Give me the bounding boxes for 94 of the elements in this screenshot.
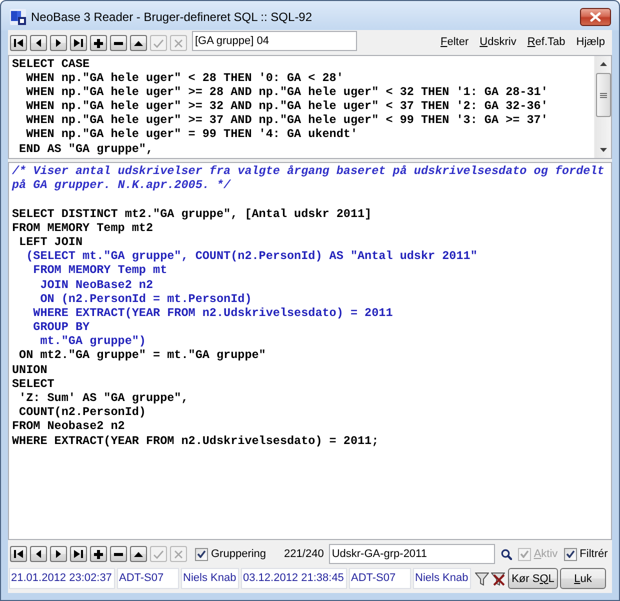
code-line: ON (n2.PersonId = mt.PersonId) — [39, 292, 252, 306]
minus-icon — [114, 42, 123, 44]
up-triangle-icon — [134, 40, 143, 46]
up-triangle-icon[interactable] — [600, 62, 606, 66]
checkbox[interactable] — [564, 548, 577, 560]
close-icon — [590, 12, 601, 22]
code-line: SELECT — [12, 376, 54, 391]
left-triangle-icon — [36, 39, 41, 47]
code-line: FROM Neobase2 n2 — [12, 419, 125, 434]
menu-item[interactable]: Ref.Tab — [527, 35, 566, 49]
check-icon — [153, 38, 164, 48]
code-line: UNION — [12, 362, 48, 377]
checkbox-label[interactable]: Filtrér — [580, 548, 608, 560]
last-record-button[interactable] — [70, 546, 87, 562]
scrollbar[interactable] — [594, 56, 611, 158]
checkmark-icon — [520, 550, 529, 558]
code-line: SELECT DISTINCT mt2."GA gruppe", [Antal udskr 2011] — [12, 206, 372, 221]
window-title: NeoBase 3 Reader - Bruger-defineret SQL :: SQL-92 — [31, 10, 312, 24]
skip-forward-icon — [74, 550, 83, 558]
code-comment: på GA grupper. N.K.apr.2005. */ — [12, 178, 231, 192]
code-line: WHEN np."GA hele uger" >= 28 AND np."GA hele uger" < 32 THEN '1: GA 28-31' — [25, 84, 548, 100]
close-dialog-button[interactable]: Luk — [560, 568, 606, 589]
checkmark-icon — [566, 550, 575, 558]
text-field[interactable]: Udskr-GA-grp-2011 — [328, 544, 495, 564]
code-line: WHEN np."GA hele uger" < 28 THEN '0: GA < 28' — [25, 70, 344, 85]
code-line: ON mt2."GA gruppe" = mt."GA gruppe" — [18, 348, 266, 363]
code-line: LEFT JOIN — [18, 234, 83, 250]
edit-record-button[interactable] — [130, 35, 147, 51]
plus-icon — [94, 38, 103, 48]
code-editor[interactable] — [8, 162, 612, 540]
code-line: COUNT(n2.PersonId) — [18, 405, 146, 420]
scrollbar-thumb[interactable] — [596, 73, 610, 117]
code-line: WHEN np."GA hele uger" = 99 THEN '4: GA ukendt' — [25, 127, 358, 142]
code-line: END AS "GA gruppe", — [18, 142, 154, 156]
skip-forward-icon — [74, 39, 83, 47]
checkbox-label[interactable]: Gruppering — [211, 548, 266, 560]
grip-icon — [600, 92, 606, 98]
cross-icon — [174, 38, 183, 48]
insert-record-button[interactable] — [90, 35, 107, 51]
code-line: FROM MEMORY Temp mt2 — [12, 220, 154, 235]
plus-icon — [94, 550, 103, 558]
code-comment: /* Viser antal udskrivelser fra valgte årgang baseret på udskrivelsesdato og fordelt — [12, 164, 604, 178]
record-counter: 221/240 — [284, 548, 324, 560]
menu-item[interactable]: Hjælp — [576, 35, 605, 49]
status-field: ADT-S07 — [349, 568, 411, 589]
prior-record-button[interactable] — [30, 35, 47, 51]
check-icon — [153, 550, 164, 558]
minus-icon — [114, 552, 123, 556]
run-sql-button[interactable]: Kør SQL — [508, 568, 558, 589]
code-line: SELECT CASE — [12, 56, 90, 71]
code-line: GROUP BY — [32, 320, 90, 334]
status-field: 21.01.2012 23:02:37 — [9, 568, 115, 589]
skip-back-icon — [14, 550, 23, 558]
code-line: JOIN NeoBase2 n2 — [39, 278, 154, 292]
edit-record-button[interactable] — [130, 546, 147, 562]
first-record-button[interactable] — [10, 546, 27, 562]
next-record-button[interactable] — [50, 35, 67, 51]
code-line: WHEN np."GA hele uger" >= 32 AND np."GA hele uger" < 37 THEN '2: GA 32-36' — [25, 99, 548, 114]
last-record-button[interactable] — [70, 35, 87, 51]
status-field: ADT-S07 — [117, 568, 179, 589]
funnel-cross-icon[interactable] — [491, 572, 505, 586]
status-field: Niels Knab — [181, 568, 239, 589]
menu-item[interactable]: Udskriv — [480, 35, 516, 49]
skip-back-icon — [14, 39, 23, 47]
down-triangle-icon[interactable] — [600, 148, 606, 152]
next-record-button[interactable] — [50, 546, 67, 562]
delete-record-button[interactable] — [110, 546, 127, 562]
code-editor[interactable] — [8, 55, 612, 159]
code-line: (SELECT mt."GA gruppe", COUNT(n2.PersonId) AS "Antal udskr 2011" — [25, 249, 478, 264]
code-line: 'Z: Sum' AS "GA gruppe", — [18, 391, 188, 406]
menu-item[interactable]: Felter — [440, 35, 469, 49]
delete-record-button[interactable] — [110, 35, 127, 51]
cross-icon — [174, 550, 183, 558]
checkmark-icon — [197, 550, 206, 558]
code-line: WHERE EXTRACT(YEAR FROM n2.Udskrivelsesdato) = 2011 — [32, 306, 393, 320]
app-icon — [10, 9, 26, 25]
funnel-icon[interactable] — [475, 572, 489, 586]
close-button[interactable] — [580, 8, 611, 26]
status-field: Niels Knab — [413, 568, 471, 589]
checkbox[interactable] — [195, 548, 208, 560]
insert-record-button[interactable] — [90, 546, 107, 562]
code-line: FROM MEMORY Temp mt — [32, 263, 168, 278]
search-icon[interactable] — [500, 548, 512, 560]
right-triangle-icon — [56, 550, 61, 558]
text-field[interactable]: [GA gruppe] 04 — [192, 31, 357, 51]
code-line: mt."GA gruppe") — [39, 334, 146, 348]
up-triangle-icon — [134, 552, 143, 556]
first-record-button[interactable] — [10, 35, 27, 51]
right-triangle-icon — [56, 39, 61, 47]
prior-record-button[interactable] — [30, 546, 47, 562]
left-triangle-icon — [36, 550, 41, 558]
code-line: WHERE EXTRACT(YEAR FROM n2.Udskrivelsesdato) = 2011; — [12, 434, 379, 448]
code-line: WHEN np."GA hele uger" >= 37 AND np."GA hele uger" < 99 THEN '3: GA >= 37' — [25, 113, 548, 128]
status-field: 03.12.2012 21:38:45 — [241, 568, 347, 589]
